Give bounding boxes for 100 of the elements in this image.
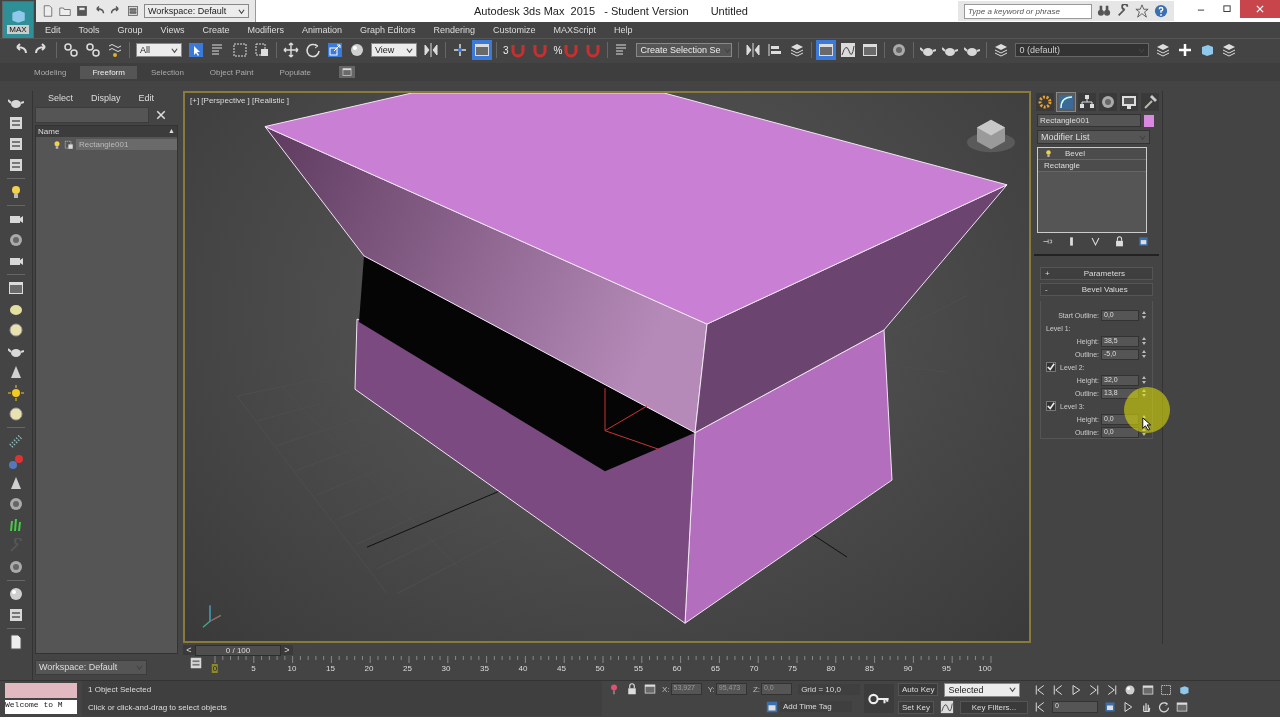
make-unique-icon[interactable]: [1090, 236, 1101, 247]
viewport-label[interactable]: [+] [Perspective ] [Realistic ]: [190, 96, 289, 105]
set-current-layer-icon[interactable]: [1221, 42, 1238, 58]
window-crossing-icon[interactable]: [254, 42, 270, 58]
grid-panel-icon[interactable]: [8, 607, 24, 623]
utilities-icon[interactable]: [1141, 93, 1159, 111]
hierarchy-icon[interactable]: [1078, 93, 1096, 111]
key-mode-dropdown[interactable]: Selected: [944, 682, 1021, 697]
play-icon[interactable]: [1070, 683, 1082, 696]
list-panel-icon[interactable]: [8, 136, 24, 152]
next-frame-icon[interactable]: [1088, 683, 1100, 696]
menu-item[interactable]: Edit: [36, 25, 70, 35]
search-field[interactable]: Type a keyword or phrase: [964, 3, 1092, 19]
spinner-arrows[interactable]: [1141, 375, 1147, 385]
curve-editor-icon[interactable]: [189, 656, 203, 670]
rollout-header[interactable]: - Bevel Values: [1040, 283, 1153, 296]
viewport[interactable]: [+] [Perspective ] [Realistic ]: [183, 91, 1031, 643]
time-config-icon[interactable]: [1142, 683, 1154, 696]
table-icon[interactable]: [8, 157, 24, 173]
spinner-arrows[interactable]: [1141, 310, 1147, 320]
object-color-swatch[interactable]: [1144, 114, 1154, 127]
menu-item[interactable]: Group: [108, 25, 152, 35]
align-icon[interactable]: [767, 42, 784, 58]
sphere-icon[interactable]: [8, 586, 24, 602]
menu-item[interactable]: Display: [82, 93, 130, 103]
particles-icon[interactable]: [8, 433, 24, 449]
menu-item[interactable]: Tools: [69, 25, 109, 35]
layer-dropdown[interactable]: 0 (default): [1015, 43, 1150, 57]
set-keys-button[interactable]: [864, 684, 894, 713]
ribbon-tab[interactable]: Freeform: [80, 65, 137, 79]
motion-icon[interactable]: [1099, 93, 1117, 111]
rotate-icon[interactable]: [305, 42, 321, 58]
previous-frame-button[interactable]: <: [183, 645, 195, 655]
folder-icon[interactable]: [59, 5, 71, 17]
scale-icon[interactable]: [327, 42, 343, 58]
zoom-extents-icon[interactable]: [1160, 683, 1172, 696]
help-icon[interactable]: [1154, 4, 1168, 18]
create-icon[interactable]: [1036, 93, 1054, 111]
menu-item[interactable]: Animation: [292, 25, 351, 35]
pyramid-icon[interactable]: [8, 475, 24, 491]
cone-icon[interactable]: [8, 364, 24, 380]
menu-item[interactable]: Views: [151, 25, 194, 35]
unlink-icon[interactable]: [85, 42, 101, 58]
maximize-viewport-icon[interactable]: [1176, 701, 1188, 714]
viewcube-icon[interactable]: [967, 119, 1015, 153]
object-name-field[interactable]: Rectangle001: [1037, 114, 1141, 127]
new-file-icon[interactable]: [42, 5, 54, 17]
wrench-icon[interactable]: [1116, 4, 1130, 18]
exit-icon[interactable]: [8, 634, 24, 650]
spinner-arrows[interactable]: [1141, 349, 1147, 359]
find-field[interactable]: [35, 107, 149, 123]
binoculars-icon[interactable]: [1097, 4, 1111, 18]
stack-item[interactable]: Bevel: [1065, 149, 1085, 158]
zoom-all-icon[interactable]: [1178, 683, 1190, 696]
rollout-header[interactable]: + Parameters: [1040, 267, 1153, 280]
time-slider-thumb[interactable]: 0 / 100: [195, 644, 281, 656]
previous-frame-icon[interactable]: [1052, 683, 1064, 696]
grass-icon[interactable]: [8, 517, 24, 533]
workspace-dropdown[interactable]: Workspace: Default: [35, 659, 147, 675]
ribbon-tab[interactable]: Object Paint: [197, 65, 266, 79]
menu-item[interactable]: Edit: [129, 93, 164, 103]
named-selection-dropdown[interactable]: Create Selection Se: [636, 43, 733, 57]
new-layer-icon[interactable]: [1155, 42, 1172, 58]
track-bar[interactable]: 0 5 10 15 20 25 30 35 40 45 50 55 60 65 70 75 80 85 90 95 100: [213, 656, 993, 676]
plus-icon[interactable]: [1177, 42, 1194, 58]
ribbon-tab[interactable]: Selection: [138, 65, 196, 79]
spinner-arrows[interactable]: [1141, 336, 1147, 346]
close-icon[interactable]: [155, 109, 167, 121]
listener-output[interactable]: Welcome to M: [5, 700, 77, 714]
curve-editor-icon[interactable]: [840, 42, 857, 58]
move-icon[interactable]: [283, 42, 299, 58]
crosshair-icon[interactable]: [452, 42, 468, 58]
link-icon[interactable]: [63, 42, 79, 58]
next-frame-button[interactable]: >: [281, 645, 293, 655]
ribbon-tab[interactable]: Populate: [267, 65, 323, 79]
add-time-tag-button[interactable]: Add Time Tag: [780, 701, 852, 713]
modifier-list-dropdown[interactable]: Modifier List: [1037, 130, 1150, 144]
bulb-icon[interactable]: [52, 139, 62, 150]
mirror-icon[interactable]: [745, 42, 762, 58]
scene-icon[interactable]: [8, 115, 24, 131]
menu-item[interactable]: Graph Editors: [350, 25, 425, 35]
checkbox[interactable]: [1046, 362, 1056, 372]
pan-icon[interactable]: [1140, 701, 1152, 714]
ribbon-options-button[interactable]: [339, 66, 355, 78]
reference-coordinate-dropdown[interactable]: View: [371, 43, 417, 57]
sphere-icon[interactable]: [8, 406, 24, 422]
menu-item[interactable]: MAXScript: [544, 25, 606, 35]
select-in-layer-icon[interactable]: [1199, 42, 1216, 58]
go-to-end-icon[interactable]: [1106, 683, 1118, 696]
region-icon[interactable]: [232, 42, 248, 58]
tangent-icon[interactable]: [940, 700, 954, 715]
ring-icon[interactable]: [8, 322, 24, 338]
menu-item[interactable]: Rendering: [424, 25, 485, 35]
menu-item[interactable]: Modifiers: [238, 25, 293, 35]
rectangle-icon[interactable]: [8, 280, 24, 296]
key-filters-button[interactable]: Key Filters...: [960, 700, 1028, 714]
sphere-icon[interactable]: [349, 42, 365, 58]
set-key-button[interactable]: Set Key: [898, 700, 934, 714]
project-icon[interactable]: [127, 5, 139, 17]
configure-icon[interactable]: [1138, 236, 1149, 247]
